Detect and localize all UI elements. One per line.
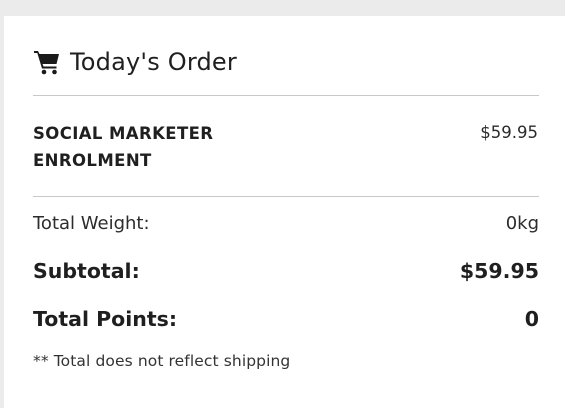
order-header: Today's Order bbox=[33, 46, 237, 78]
subtotal-row: Subtotal: $59.95 bbox=[33, 259, 539, 283]
line-item-price: $59.95 bbox=[480, 123, 538, 142]
total-weight-value: 0kg bbox=[505, 213, 539, 234]
subtotal-label: Subtotal: bbox=[33, 259, 140, 283]
total-weight-row: Total Weight: 0kg bbox=[33, 213, 539, 234]
order-summary-card: Today's Order SOCIAL MARKETER ENROLMENT … bbox=[4, 16, 565, 408]
divider bbox=[33, 196, 539, 197]
shopping-cart-icon bbox=[33, 49, 61, 75]
total-points-label: Total Points: bbox=[33, 307, 178, 331]
line-item-name: SOCIAL MARKETER ENROLMENT bbox=[33, 124, 214, 170]
total-points-value: 0 bbox=[524, 307, 539, 331]
total-points-row: Total Points: 0 bbox=[33, 307, 539, 331]
shipping-note: ** Total does not reflect shipping bbox=[33, 352, 291, 370]
page-title: Today's Order bbox=[70, 48, 237, 76]
total-weight-label: Total Weight: bbox=[33, 213, 150, 234]
subtotal-value: $59.95 bbox=[459, 259, 539, 283]
divider bbox=[33, 95, 539, 96]
